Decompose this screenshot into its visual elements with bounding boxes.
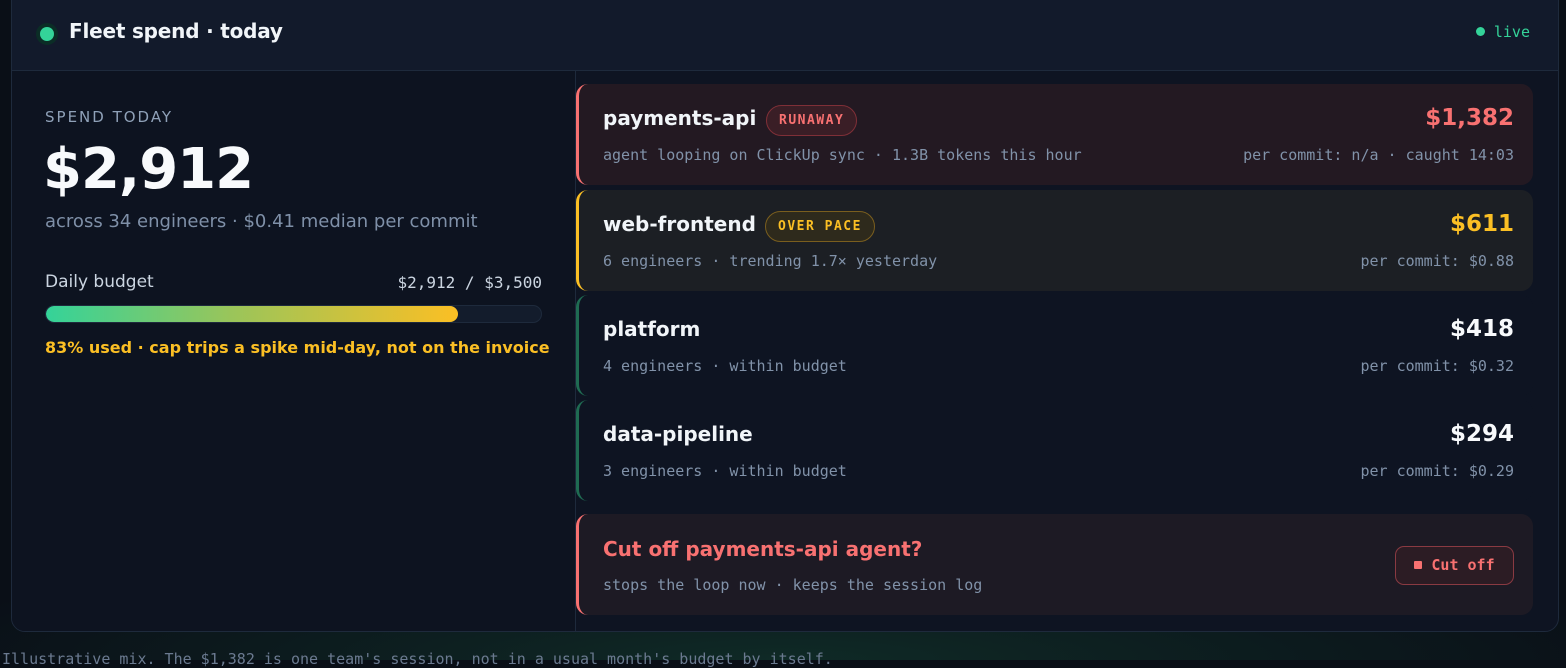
cutoff-prompt-subtitle: stops the loop now · keeps the session l… — [603, 576, 983, 594]
spend-today-total: $2,912 — [43, 137, 254, 202]
daily-budget-label: Daily budget — [45, 272, 154, 292]
team-row-platform[interactable]: platform $418 4 engineers · within budge… — [576, 295, 1533, 396]
cut-off-button-label: Cut off — [1431, 556, 1495, 574]
team-per-commit: per commit: $0.88 — [1360, 252, 1514, 270]
team-row-data-pipeline[interactable]: data-pipeline $294 3 engineers · within … — [576, 400, 1533, 501]
team-name: platform — [603, 317, 701, 341]
cut-off-button[interactable]: Cut off — [1395, 546, 1514, 585]
spend-summary: SPEND TODAY $2,912 across 34 engineers ·… — [12, 71, 576, 631]
team-detail: 3 engineers · within budget — [603, 462, 847, 480]
team-name: data-pipeline — [603, 422, 753, 446]
status-dot-icon — [36, 23, 58, 45]
team-detail: 4 engineers · within budget — [603, 357, 847, 375]
panel-title: Fleet spend · today — [69, 19, 283, 43]
team-per-commit: per commit: $0.32 — [1360, 357, 1514, 375]
live-indicator: live — [1475, 23, 1530, 41]
live-label: live — [1493, 23, 1530, 41]
team-detail: 6 engineers · trending 1.7× yesterday — [603, 252, 938, 270]
footnote: Illustrative mix. The $1,382 is one team… — [2, 650, 833, 668]
team-per-commit: per commit: $0.29 — [1360, 462, 1514, 480]
team-detail: agent looping on ClickUp sync · 1.3B tok… — [603, 146, 1082, 164]
team-amount: $1,382 — [1425, 105, 1514, 131]
budget-progress-fill — [46, 306, 458, 322]
team-row-web-frontend[interactable]: web-frontend OVER PACE $611 6 engineers … — [576, 190, 1533, 291]
stop-icon — [1414, 561, 1423, 569]
budget-progress-bar — [45, 305, 542, 323]
cutoff-prompt-title: Cut off payments-api agent? — [603, 537, 923, 561]
team-amount: $611 — [1449, 211, 1514, 237]
team-per-commit: per commit: n/a · caught 14:03 — [1243, 146, 1514, 164]
daily-budget-value: $2,912 / $3,500 — [397, 273, 543, 292]
team-name: web-frontend — [603, 212, 756, 236]
team-row-payments-api[interactable]: payments-api RUNAWAY $1,382 agent loopin… — [576, 84, 1533, 185]
team-amount: $418 — [1449, 316, 1514, 342]
spend-subtitle: across 34 engineers · $0.41 median per c… — [45, 211, 478, 232]
spend-today-label: SPEND TODAY — [45, 108, 174, 126]
runaway-badge: RUNAWAY — [766, 105, 858, 136]
cutoff-prompt: Cut off payments-api agent? stops the lo… — [576, 514, 1533, 615]
live-dot-icon — [1475, 27, 1485, 36]
panel-header: Fleet spend · today live — [12, 0, 1558, 71]
team-amount: $294 — [1449, 421, 1514, 447]
over-pace-badge: OVER PACE — [765, 211, 875, 242]
team-name: payments-api — [603, 106, 757, 130]
budget-note: 83% used · cap trips a spike mid-day, no… — [45, 338, 550, 357]
